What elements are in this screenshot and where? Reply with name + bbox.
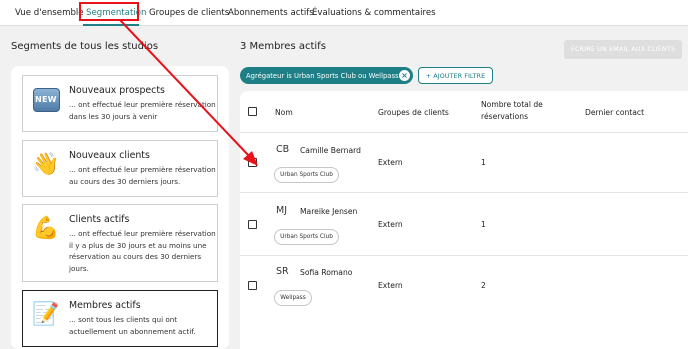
add-filter-button[interactable]: + AJOUTER FILTRE [418,67,493,84]
segment-card-new-prospects[interactable]: NEW Nouveaux prospects ... ont effectué … [22,75,218,132]
segment-title: Clients actifs [69,214,130,225]
column-header-total-line2: réservations [481,112,529,121]
close-icon[interactable]: × [399,70,410,81]
member-name[interactable]: Mareike Jensen [300,207,357,216]
waving-hand-icon: 👋 [32,152,60,177]
aggregator-tag: Urban Sports Club [274,229,339,245]
total-bookings-cell: 1 [481,220,486,229]
avatar: CB [276,144,290,155]
new-badge-icon: NEW [32,86,60,114]
tab-client-groups[interactable]: Groupes de clients [149,8,229,18]
memo-icon: 📝 [32,302,60,327]
row-checkbox[interactable] [248,281,257,290]
segment-card-active-clients[interactable]: 💪 Clients actifs ... ont effectué leur p… [22,204,218,282]
aggregator-tag: Wellpass [274,290,312,306]
total-bookings-cell: 2 [481,281,486,290]
column-header-groups[interactable]: Groupes de clients [378,108,449,117]
segment-title: Nouveaux clients [69,150,150,161]
segment-description: ... sont tous les clients qui ont actuel… [69,315,196,336]
row-checkbox[interactable] [248,158,257,167]
avatar: MJ [276,205,287,216]
divider [240,192,688,193]
filter-chip[interactable]: Agrégateur is Urban Sports Club ou Wellp… [240,67,413,84]
tab-overview[interactable]: Vue d'ensemble [15,8,84,18]
members-table: Nom Groupes de clients Nombre total de r… [240,91,688,349]
segment-title: Membres actifs [69,300,141,311]
divider [240,255,688,256]
column-header-name[interactable]: Nom [275,108,293,117]
segment-card-new-clients[interactable]: 👋 Nouveaux clients ... ont effectué leur… [22,140,218,197]
filter-chip-label: Agrégateur is Urban Sports Club ou Wellp… [246,71,399,80]
email-clients-button[interactable]: ÉCRIRE UN EMAIL AUX CLIENTS [564,40,682,59]
flexed-biceps-icon: 💪 [32,216,60,241]
column-header-last-contact[interactable]: Dernier contact [585,108,644,117]
active-tab-indicator [83,24,139,26]
member-name[interactable]: Camille Bernard [300,146,361,155]
segment-title: Nouveaux prospects [69,85,165,96]
segment-description: ... ont effectué leur première réservati… [69,229,216,273]
divider [240,132,688,133]
client-group-cell: Extern [378,281,403,290]
aggregator-tag: Urban Sports Club [274,167,339,183]
row-checkbox[interactable] [248,220,257,229]
avatar: SR [276,266,289,277]
segment-card-active-members[interactable]: 📝 Membres actifs ... sont tous les clien… [22,290,218,347]
segments-heading: Segments de tous les studios [11,41,159,52]
new-badge: NEW [32,88,60,112]
members-count-heading: 3 Membres actifs [240,41,326,52]
segment-description: ... ont effectué leur première réservati… [69,165,216,186]
tab-active-subscriptions[interactable]: Abonnements actifs [228,8,314,18]
tab-reviews[interactable]: Évaluations & commentaires [312,8,436,18]
column-header-total[interactable]: Nombre total de [481,100,543,109]
total-bookings-cell: 1 [481,158,486,167]
highlight-box [79,2,139,21]
member-name[interactable]: Sofia Romano [300,268,352,277]
segments-panel: NEW Nouveaux prospects ... ont effectué … [11,66,229,349]
segment-description: ... ont effectué leur première réservati… [69,100,216,121]
client-group-cell: Extern [378,158,403,167]
select-all-checkbox[interactable] [248,107,257,116]
client-group-cell: Extern [378,220,403,229]
